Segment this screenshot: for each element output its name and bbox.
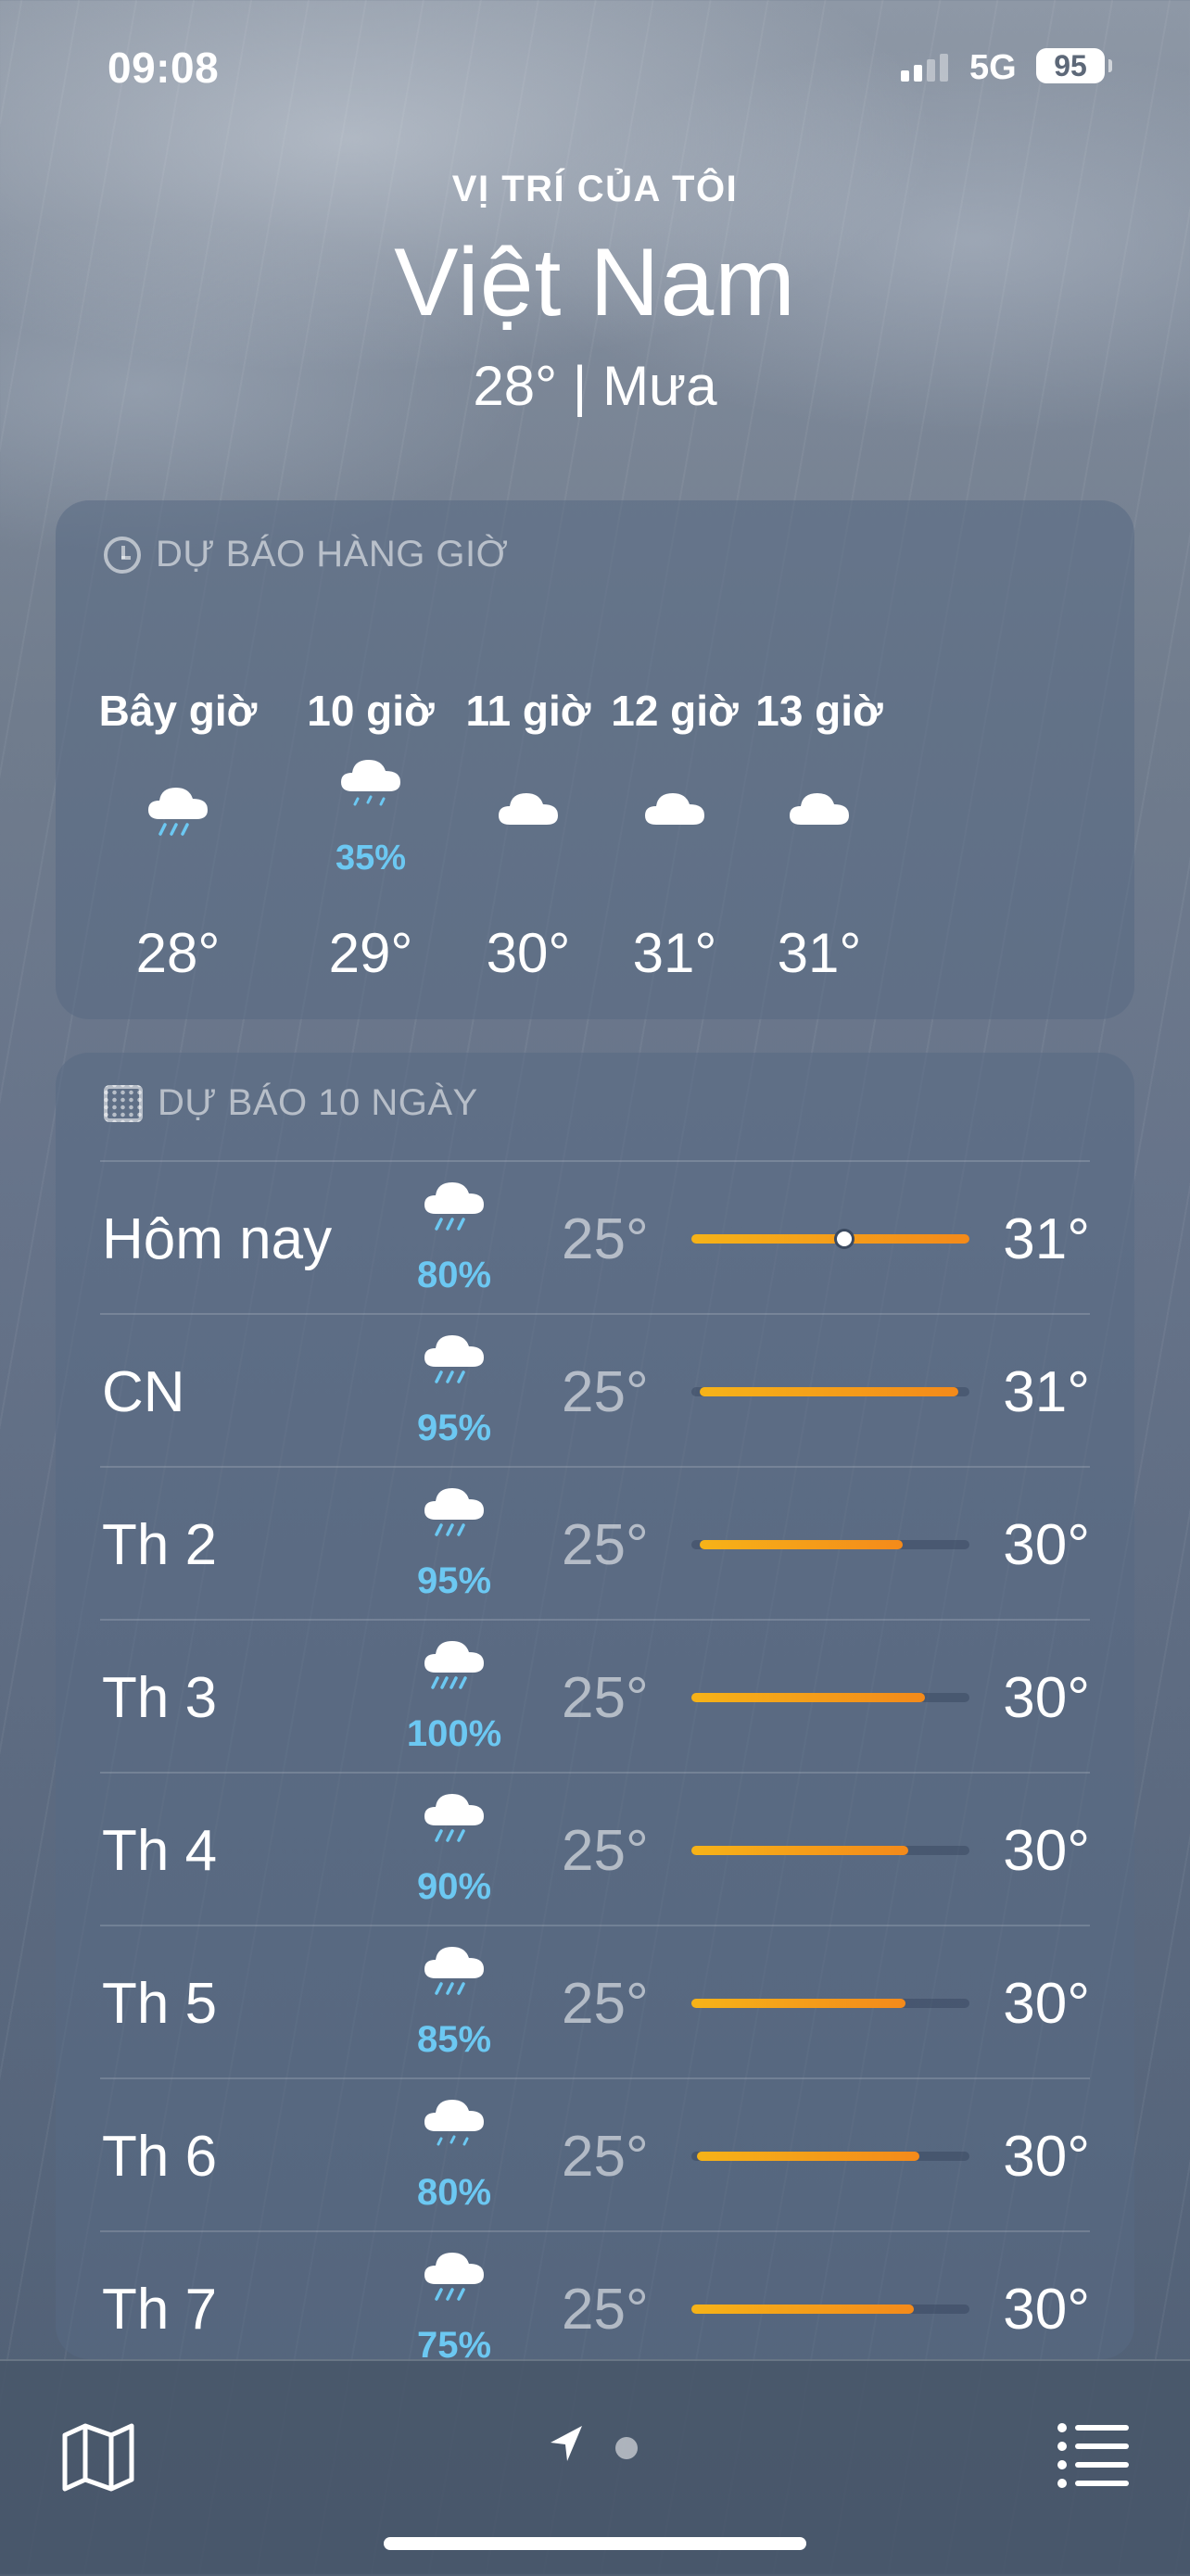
battery-icon: 95 <box>1036 48 1112 83</box>
day-low-temp: 25° <box>562 1819 649 1883</box>
daily-row[interactable]: Th 7 75% 25° 30° <box>100 2230 1090 2359</box>
day-precip-chance: 95% <box>416 1560 492 1601</box>
current-summary: 28° | Mưa <box>473 355 717 417</box>
temperature-range-fill <box>700 1540 903 1549</box>
temperature-range-fill <box>691 2305 914 2314</box>
drizzle-icon <box>334 751 408 806</box>
day-precip-chance: 90% <box>416 1866 492 1907</box>
cloud-icon <box>491 778 565 834</box>
rain-icon <box>417 2243 491 2308</box>
day-name: Th 4 <box>102 1819 218 1883</box>
day-high-temp: 30° <box>1003 2125 1090 2189</box>
day-low-temp: 25° <box>562 1972 649 2036</box>
calendar-icon <box>104 1084 143 1122</box>
daily-forecast-header: DỰ BÁO 10 NGÀY <box>104 1082 478 1124</box>
daily-row[interactable]: Th 5 85% 25° 30° <box>100 1925 1090 2079</box>
temperature-range-bar <box>691 1540 969 1549</box>
day-low-temp: 25° <box>562 1666 649 1730</box>
temperature-range-bar <box>691 2152 969 2161</box>
network-type: 5G <box>969 48 1017 87</box>
day-high-temp: 31° <box>1003 1360 1090 1424</box>
temperature-range-fill <box>691 1693 925 1702</box>
day-high-temp: 30° <box>1003 1972 1090 2036</box>
day-low-temp: 25° <box>562 2125 649 2189</box>
city-name: Việt Nam <box>394 229 796 336</box>
temperature-range-bar <box>691 1387 969 1396</box>
hour-temperature: 28° <box>135 922 221 984</box>
day-low-temp: 25° <box>562 1360 649 1424</box>
temperature-range-fill <box>700 1387 958 1396</box>
day-precip-chance: 80% <box>416 1255 492 1295</box>
hour-label: 13 giờ <box>755 687 883 735</box>
day-high-temp: 30° <box>1003 1819 1090 1883</box>
rain-icon <box>141 778 215 836</box>
home-indicator[interactable] <box>384 2537 806 2550</box>
day-precip-chance: 80% <box>416 2172 492 2213</box>
hour-temperature: 31° <box>777 922 862 984</box>
rain-icon <box>417 1938 491 2002</box>
day-high-temp: 30° <box>1003 1513 1090 1577</box>
list-icon[interactable] <box>1057 2418 1131 2489</box>
temperature-range-fill <box>697 2152 919 2161</box>
cloud-icon <box>638 778 712 834</box>
temperature-range-bar <box>691 1231 969 1246</box>
rain-icon <box>417 1479 491 1544</box>
location-arrow-icon[interactable] <box>547 2424 584 2465</box>
day-precip-chance: 85% <box>416 2019 492 2060</box>
day-name: Th 2 <box>102 1513 218 1577</box>
day-name: Th 6 <box>102 2125 218 2189</box>
daily-row[interactable]: CN 95% 25° 31° <box>100 1313 1090 1468</box>
day-name: Th 3 <box>102 1666 218 1730</box>
daily-row[interactable]: Th 4 90% 25° 30° <box>100 1772 1090 1926</box>
cellular-signal-icon <box>901 54 956 82</box>
temperature-range-bar <box>691 2305 969 2314</box>
day-name: Hôm nay <box>102 1207 333 1271</box>
day-high-temp: 31° <box>1003 1207 1090 1271</box>
map-icon[interactable] <box>59 2420 137 2494</box>
day-name: Th 7 <box>102 2278 218 2342</box>
day-low-temp: 25° <box>562 2278 649 2342</box>
day-low-temp: 25° <box>562 1207 649 1271</box>
cloud-icon <box>782 778 856 834</box>
temperature-range-bar <box>691 1693 969 1702</box>
temperature-range-fill <box>691 1846 908 1855</box>
daily-forecast-card[interactable]: DỰ BÁO 10 NGÀY Hôm nay 80% 25° 31° CN 95% 25° 3… <box>56 1053 1134 2359</box>
daily-forecast-title: DỰ BÁO 10 NGÀY <box>158 1082 478 1123</box>
drizzle-icon <box>417 2090 491 2155</box>
rain-icon <box>417 1326 491 1391</box>
location-label: VỊ TRÍ CỦA TÔI <box>451 169 739 209</box>
daily-row[interactable]: Th 3 100% 25° 30° <box>100 1619 1090 1774</box>
hourly-forecast-card[interactable]: DỰ BÁO HÀNG GIỜ Bây giờ 28° 10 giờ 35% 29° 11… <box>56 500 1134 1019</box>
current-temp-marker <box>837 1231 852 1246</box>
daily-row[interactable]: Th 6 80% 25° 30° <box>100 2077 1090 2232</box>
temperature-range-bar <box>691 1999 969 2008</box>
hour-precip-chance: 35% <box>335 839 407 878</box>
day-high-temp: 30° <box>1003 2278 1090 2342</box>
day-name: CN <box>102 1360 185 1424</box>
hour-label: Bây giờ <box>98 687 258 735</box>
status-time: 09:08 <box>108 44 220 92</box>
page-indicator-dot[interactable] <box>615 2437 638 2459</box>
day-name: Th 5 <box>102 1972 218 2036</box>
temperature-range-bar <box>691 1846 969 1855</box>
day-low-temp: 25° <box>562 1513 649 1577</box>
temperature-range-fill <box>691 1999 905 2008</box>
daily-row[interactable]: Hôm nay 80% 25° 31° <box>100 1160 1090 1315</box>
day-precip-chance: 95% <box>416 1408 492 1448</box>
daily-row[interactable]: Th 2 95% 25° 30° <box>100 1466 1090 1621</box>
heavy-rain-icon <box>417 1632 491 1697</box>
day-precip-chance: 100% <box>406 1713 502 1754</box>
temperature-range-fill <box>691 1234 969 1244</box>
rain-icon <box>417 1173 491 1238</box>
hourly-scroller[interactable]: Bây giờ 28° 10 giờ 35% 29° 11 giờ 30° 12 giờ 31°… <box>56 500 1134 1019</box>
day-precip-chance: 75% <box>416 2325 492 2359</box>
rain-icon <box>417 1785 491 1850</box>
day-high-temp: 30° <box>1003 1666 1090 1730</box>
